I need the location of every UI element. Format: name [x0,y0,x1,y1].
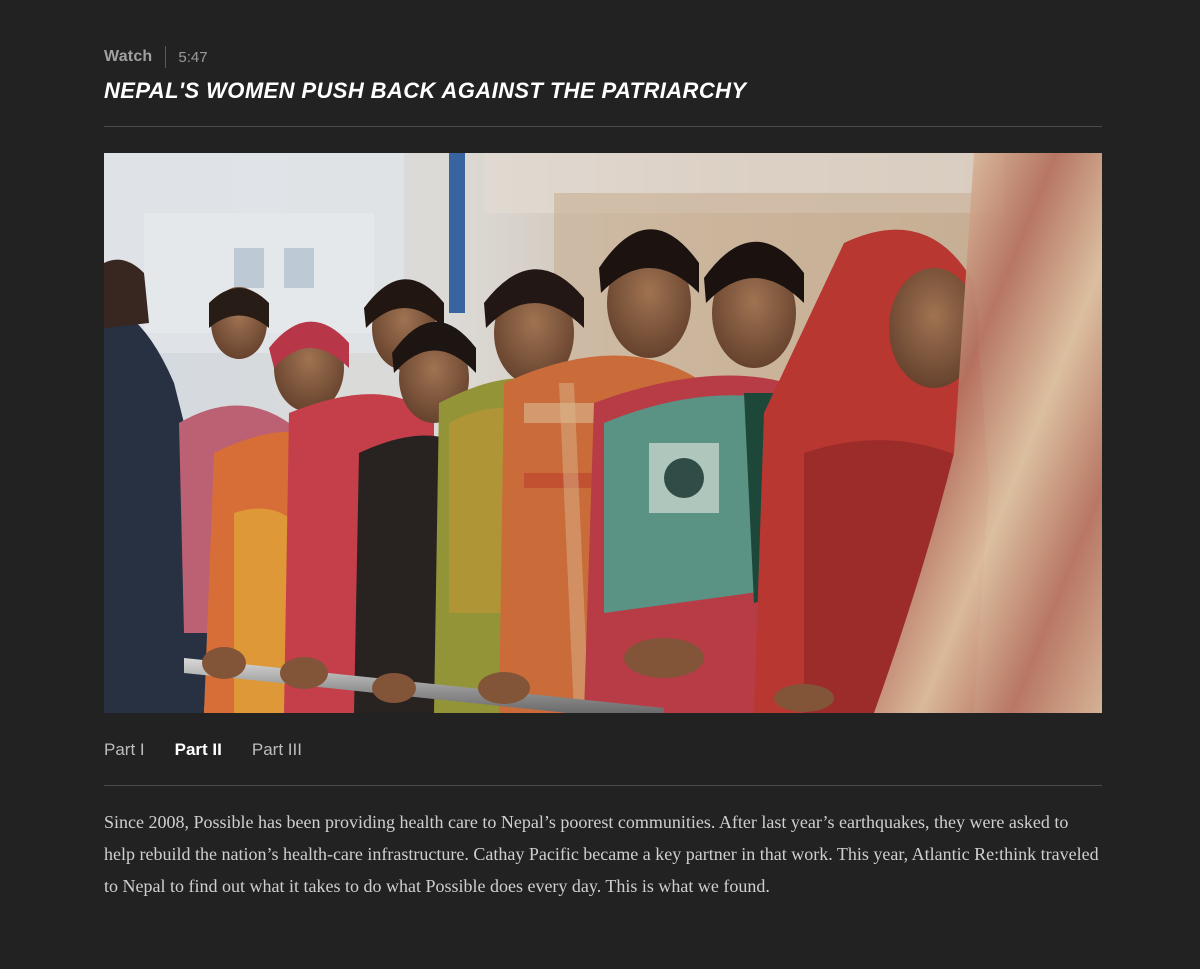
description-divider [104,785,1102,786]
tab-part-1[interactable]: Part I [104,740,145,760]
page: Watch 5:47 NEPAL'S WOMEN PUSH BACK AGAIN… [0,0,1200,969]
meta-divider [165,46,167,68]
watch-label: Watch [104,48,153,65]
title-divider [104,126,1102,127]
video-title: NEPAL'S WOMEN PUSH BACK AGAINST THE PATR… [104,78,747,103]
video-play-area[interactable] [104,153,1102,713]
tab-part-2[interactable]: Part II [175,740,222,760]
video-duration: 5:47 [178,48,208,66]
tab-part-3[interactable]: Part III [252,740,302,760]
video-description: Since 2008, Possible has been providing … [104,812,1099,896]
video-player[interactable] [104,153,1102,713]
video-parts-nav: Part I Part II Part III [104,740,302,760]
video-meta: Watch 5:47 [104,44,208,70]
